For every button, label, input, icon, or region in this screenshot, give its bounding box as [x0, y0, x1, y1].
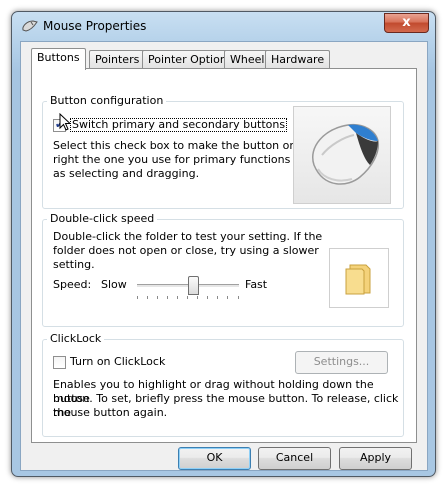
- double-click-description-line2: folder does not open or close, try using…: [53, 244, 319, 257]
- speed-label: Speed:: [53, 278, 92, 291]
- slider-tick: [147, 296, 148, 299]
- buttons-tab-panel: Button configuration ✔ Switch primary an…: [31, 68, 417, 443]
- fast-label: Fast: [245, 278, 268, 291]
- tab-buttons[interactable]: Buttons: [31, 48, 86, 70]
- folder-icon: [345, 264, 371, 295]
- clicklock-label[interactable]: Turn on ClickLock: [70, 355, 165, 369]
- clicklock-description-line3: mouse button again.: [53, 406, 168, 419]
- double-click-speed-slider[interactable]: [137, 276, 239, 302]
- window-title: Mouse Properties: [43, 19, 147, 33]
- mouse-cursor-icon: [59, 113, 71, 131]
- clicklock-settings-button[interactable]: Settings...: [295, 351, 388, 374]
- switch-buttons-label[interactable]: Switch primary and secondary buttons: [70, 118, 288, 132]
- close-button[interactable]: x: [384, 13, 429, 33]
- clicklock-checkbox[interactable]: [53, 356, 66, 369]
- button-configuration-description-line2: right the one you use for primary functi…: [53, 153, 320, 166]
- slider-tick: [217, 296, 218, 299]
- ok-button[interactable]: OK: [178, 447, 251, 470]
- slider-tick: [238, 296, 239, 299]
- tab-hardware[interactable]: Hardware: [265, 50, 331, 69]
- apply-button[interactable]: Apply: [339, 447, 412, 470]
- slider-tick: [177, 296, 178, 299]
- button-configuration-group: Button configuration ✔ Switch primary an…: [42, 94, 404, 209]
- mouse-illustration-icon: [293, 106, 391, 204]
- clicklock-group: ClickLock Turn on ClickLock Settings... …: [42, 332, 404, 437]
- double-click-description-line1: Double-click the folder to test your set…: [53, 230, 323, 243]
- slider-tick: [187, 296, 188, 299]
- button-configuration-description-line1: Select this check box to make the button…: [53, 139, 318, 152]
- cancel-button[interactable]: Cancel: [258, 447, 331, 470]
- tab-pointers[interactable]: Pointers: [89, 50, 146, 69]
- slider-tick: [207, 296, 208, 299]
- slider-tick: [197, 296, 198, 299]
- slider-tick: [137, 296, 138, 299]
- tab-wheel[interactable]: Wheel: [224, 50, 271, 69]
- close-icon: x: [402, 15, 411, 30]
- slider-tick: [227, 296, 228, 299]
- button-configuration-description-line3: as selecting and dragging.: [53, 167, 200, 180]
- double-click-description-line3: setting.: [53, 258, 95, 271]
- test-folder[interactable]: [329, 248, 389, 308]
- mouse-properties-window: Mouse Properties x Buttons Pointers Poin…: [11, 11, 436, 477]
- slider-tick: [157, 296, 158, 299]
- double-click-speed-group: Double-click speed Double-click the fold…: [42, 212, 404, 327]
- slow-label: Slow: [101, 278, 127, 291]
- double-click-speed-legend: Double-click speed: [47, 212, 158, 225]
- clicklock-legend: ClickLock: [47, 332, 105, 345]
- dialog-client-area: Buttons Pointers Pointer Options Wheel H…: [20, 41, 428, 471]
- slider-thumb[interactable]: [188, 276, 200, 295]
- mouse-app-icon: [22, 20, 38, 32]
- button-configuration-legend: Button configuration: [47, 94, 167, 107]
- title-bar[interactable]: Mouse Properties x: [12, 12, 435, 40]
- slider-tick: [167, 296, 168, 299]
